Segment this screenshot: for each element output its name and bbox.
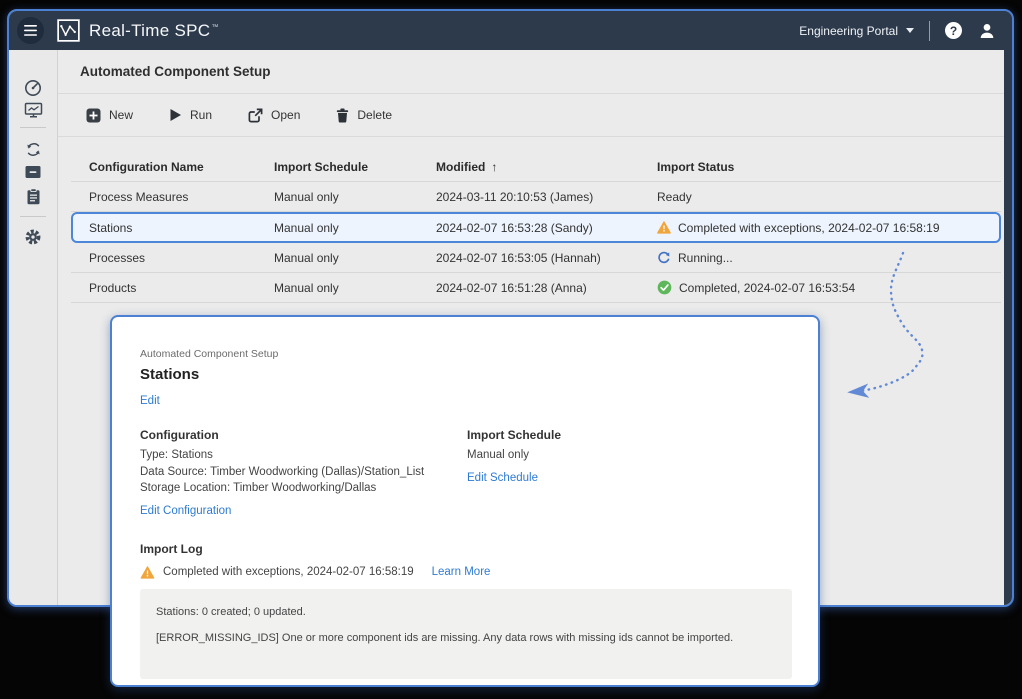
- status-text: Completed with exceptions, 2024-02-07 16…: [678, 221, 940, 235]
- config-type-line: Type: Stations: [140, 449, 467, 463]
- hamburger-icon: [24, 25, 37, 36]
- import-log-section: Import Log Completed with exceptions, 20…: [140, 542, 790, 679]
- import-schedule: Manual only: [274, 281, 436, 295]
- import-schedule-heading: Import Schedule: [467, 428, 561, 442]
- sidebar: [9, 50, 58, 605]
- detail-panel: Automated Component Setup Stations Edit …: [110, 315, 820, 687]
- gauge-icon: [24, 79, 42, 97]
- archive-box-icon: [24, 164, 42, 180]
- config-storage-location-line: Storage Location: Timber Woodworking/Dal…: [140, 482, 467, 496]
- window-right-edge-strip: [1004, 11, 1012, 605]
- monitor-chart-icon: [24, 101, 43, 119]
- config-data-source-line: Data Source: Timber Woodworking (Dallas)…: [140, 466, 467, 480]
- clipboard-icon: [26, 188, 41, 205]
- import-schedule-value: Manual only: [467, 449, 561, 463]
- question-mark-icon: ?: [950, 24, 957, 38]
- config-name: Products: [89, 281, 274, 295]
- page-title: Automated Component Setup: [80, 64, 271, 79]
- sidebar-item-checklist[interactable]: [9, 184, 57, 208]
- hamburger-menu-button[interactable]: [17, 17, 44, 44]
- user-account-button[interactable]: [978, 22, 996, 40]
- plus-square-icon: [86, 108, 101, 123]
- app-logo: [57, 19, 80, 42]
- modified: 2024-03-11 20:10:53 (James): [436, 190, 657, 204]
- learn-more-link[interactable]: Learn More: [432, 566, 491, 578]
- log-line-error: [ERROR_MISSING_IDS] One or more componen…: [156, 632, 776, 644]
- column-import-status[interactable]: Import Status: [657, 160, 1001, 174]
- run-button[interactable]: Run: [163, 104, 218, 126]
- import-schedule: Manual only: [274, 251, 436, 265]
- sidebar-divider: [20, 216, 46, 217]
- config-name: Stations: [89, 221, 274, 235]
- sidebar-item-settings[interactable]: [9, 225, 57, 249]
- status-text: Ready: [657, 190, 692, 204]
- screenshot-stage: Real-Time SPC™ Engineering Portal ?: [0, 0, 1022, 699]
- table-row-process-measures[interactable]: Process Measures Manual only 2024-03-11 …: [71, 182, 1001, 212]
- actions-toolbar: New Run Open: [58, 94, 1004, 137]
- topbar-divider: [929, 21, 930, 41]
- import-log-output: Stations: 0 created; 0 updated. [ERROR_M…: [140, 589, 792, 679]
- sidebar-divider: [20, 127, 46, 128]
- trash-icon: [336, 108, 349, 123]
- edit-link[interactable]: Edit: [140, 395, 790, 407]
- chevron-down-icon: [906, 28, 914, 33]
- play-icon: [169, 108, 182, 122]
- modified: 2024-02-07 16:53:28 (Sandy): [436, 221, 657, 235]
- new-label: New: [109, 108, 133, 122]
- app-title: Real-Time SPC™: [89, 21, 219, 41]
- sidebar-item-sync[interactable]: [9, 137, 57, 161]
- modified: 2024-02-07 16:51:28 (Anna): [436, 281, 657, 295]
- table-row-stations-selected[interactable]: Stations Manual only 2024-02-07 16:53:28…: [71, 212, 1001, 243]
- spc-chart-logo-icon: [57, 19, 80, 42]
- column-configuration-name[interactable]: Configuration Name: [89, 160, 274, 174]
- person-icon: [978, 22, 996, 40]
- gear-icon: [24, 228, 42, 246]
- open-label: Open: [271, 108, 300, 122]
- success-check-icon: [657, 280, 672, 295]
- config-name: Process Measures: [89, 190, 274, 204]
- table-header-row: Configuration Name Import Schedule Modif…: [71, 152, 1001, 182]
- sidebar-item-charts[interactable]: [9, 98, 57, 122]
- warning-icon: [140, 566, 155, 579]
- panel-breadcrumb: Automated Component Setup: [140, 348, 790, 360]
- import-status: Ready: [657, 190, 1001, 204]
- delete-label: Delete: [357, 108, 392, 122]
- import-schedule: Manual only: [274, 190, 436, 204]
- open-button[interactable]: Open: [242, 104, 306, 127]
- import-status: Completed with exceptions, 2024-02-07 16…: [657, 221, 1001, 235]
- new-button[interactable]: New: [80, 104, 139, 127]
- import-schedule: Manual only: [274, 221, 436, 235]
- sidebar-item-dashboard[interactable]: [9, 76, 57, 100]
- portal-dropdown[interactable]: Engineering Portal: [799, 24, 914, 38]
- running-refresh-icon: [657, 251, 671, 265]
- open-external-icon: [248, 108, 263, 123]
- trademark-symbol: ™: [211, 24, 218, 31]
- configuration-heading: Configuration: [140, 428, 467, 442]
- config-name: Processes: [89, 251, 274, 265]
- log-line-summary: Stations: 0 created; 0 updated.: [156, 606, 776, 618]
- column-import-schedule[interactable]: Import Schedule: [274, 160, 436, 174]
- callout-dashed-arrow: [820, 245, 950, 405]
- modified: 2024-02-07 16:53:05 (Hannah): [436, 251, 657, 265]
- warning-icon: [657, 221, 671, 234]
- sort-ascending-icon: ↑: [491, 160, 497, 174]
- page-header: Automated Component Setup: [58, 50, 1004, 94]
- sync-icon: [25, 141, 42, 158]
- sidebar-item-archive[interactable]: [9, 160, 57, 184]
- run-label: Run: [190, 108, 212, 122]
- edit-configuration-link[interactable]: Edit Configuration: [140, 505, 231, 517]
- column-modified[interactable]: Modified ↑: [436, 160, 657, 174]
- configuration-section: Configuration Type: Stations Data Source…: [140, 428, 467, 519]
- delete-button[interactable]: Delete: [330, 104, 398, 127]
- edit-schedule-link[interactable]: Edit Schedule: [467, 472, 538, 484]
- log-status-text: Completed with exceptions, 2024-02-07 16…: [163, 566, 414, 578]
- modified-label: Modified: [436, 160, 485, 174]
- import-schedule-section: Import Schedule Manual only Edit Schedul…: [467, 428, 561, 519]
- status-text: Running...: [678, 251, 733, 265]
- import-log-heading: Import Log: [140, 542, 790, 556]
- topbar: Real-Time SPC™ Engineering Portal ?: [9, 11, 1012, 50]
- portal-label: Engineering Portal: [799, 24, 898, 38]
- help-button[interactable]: ?: [945, 22, 962, 39]
- panel-title: Stations: [140, 366, 790, 383]
